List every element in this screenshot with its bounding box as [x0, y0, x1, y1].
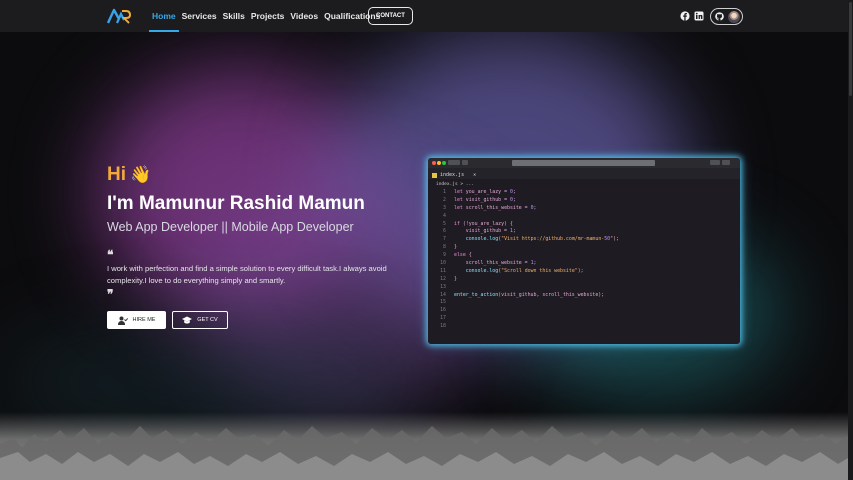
line-number: 11 [440, 267, 446, 274]
editor-layout-control [710, 160, 720, 165]
code-line: 9 else { [436, 252, 732, 260]
nav-links: Home Services Skills Projects Videos Qua… [149, 0, 386, 32]
line-number: 5 [443, 220, 446, 227]
code-line: 15 [436, 299, 732, 307]
quote-close-icon: ❞ [107, 287, 114, 301]
nav-link-videos[interactable]: Videos [290, 0, 318, 32]
code-line: 8} [436, 244, 732, 252]
code-line: 6 visit_github = 1; [436, 228, 732, 236]
mr-logo-icon[interactable] [107, 8, 131, 24]
theme-toggle[interactable] [710, 8, 743, 25]
code-line: 1 let you_are_lazy = 0; [436, 189, 732, 197]
code-text: } [454, 244, 457, 251]
page-scrollbar-thumb[interactable] [849, 2, 852, 96]
code-line: 14 enter_to_action(visit_github, scroll_t… [436, 292, 732, 300]
code-text: } [454, 275, 457, 282]
top-navbar: Home Services Skills Projects Videos Qua… [0, 0, 853, 32]
code-line: 2 let visit_github = 0; [436, 197, 732, 205]
line-number: 6 [443, 228, 446, 235]
nav-link-skills[interactable]: Skills [223, 0, 245, 32]
code-line: 13 [436, 284, 732, 292]
editor-layout-control [722, 160, 730, 165]
editor-titlebar [428, 158, 740, 168]
nav-link-projects[interactable]: Projects [251, 0, 285, 32]
code-text: if (!you_are_lazy) { [454, 220, 513, 227]
code-line: 3 let scroll_this_website = 0; [436, 205, 732, 213]
hero-role: Web App Developer || Mobile App Develope… [107, 220, 354, 234]
editor-nav-control [462, 160, 468, 165]
nav-link-services[interactable]: Services [182, 0, 217, 32]
code-text: scroll_this_website = 1; [454, 260, 537, 267]
line-number: 18 [440, 323, 446, 330]
line-number: 9 [443, 252, 446, 259]
line-number: 8 [443, 244, 446, 251]
graduation-cap-icon [182, 316, 193, 324]
close-icon[interactable]: ✕ [473, 172, 476, 178]
line-number: 1 [443, 189, 446, 195]
code-editor-window: index.js ✕ index.js > ... 1 let you_are_l… [428, 158, 740, 344]
hire-me-button[interactable]: HIRE ME [107, 311, 166, 329]
code-line: 7 console.log("Visit https://github.com/… [436, 236, 732, 244]
code-text: enter_to_action(visit_github, scroll_thi… [454, 291, 605, 298]
code-text: else { [454, 252, 472, 259]
get-cv-label: GET CV [197, 317, 218, 323]
line-number: 16 [440, 307, 446, 314]
line-number: 10 [440, 260, 446, 267]
contact-button[interactable]: CONTACT [368, 7, 413, 25]
line-number: 15 [440, 299, 446, 306]
code-text: console.log("Scroll down this website"); [465, 267, 584, 274]
close-dot-icon [432, 161, 436, 165]
hero-name: I'm Mamunur Rashid Mamun [107, 193, 365, 214]
code-line: 11 console.log("Scroll down this website… [436, 268, 732, 276]
code-line: 4 [436, 213, 732, 221]
editor-tab[interactable]: index.js ✕ [432, 171, 476, 179]
greeting-text: Hi [107, 164, 126, 185]
code-text: let visit_github = 0; [454, 196, 516, 203]
user-check-icon [117, 316, 128, 325]
code-line: 12} [436, 276, 732, 284]
line-number: 4 [443, 212, 446, 219]
js-file-icon [432, 172, 437, 178]
hero-bio: I work with perfection and find a simple… [107, 264, 387, 285]
code-text: console.log("Visit https://github.com/mr… [465, 236, 619, 243]
line-number: 14 [440, 291, 446, 298]
line-number: 13 [440, 283, 446, 290]
line-number: 2 [443, 196, 446, 203]
get-cv-button[interactable]: GET CV [172, 311, 228, 329]
code-lines: 1 let you_are_lazy = 0; 2 let visit_github … [436, 189, 732, 331]
code-line: 18 [436, 323, 732, 331]
line-number: 17 [440, 315, 446, 322]
line-number: 3 [443, 204, 446, 211]
code-text: let scroll_this_website = 0; [454, 204, 537, 211]
code-line: 5 if (!you_are_lazy) { [436, 221, 732, 229]
editor-command-bar [512, 160, 655, 166]
editor-nav-control [448, 160, 460, 165]
nav-link-home[interactable]: Home [149, 0, 179, 32]
avatar [728, 11, 740, 23]
bg-smoke-edge [0, 426, 848, 480]
code-text: visit_github = 1; [454, 228, 516, 235]
quote-open-icon: ❝ [107, 248, 114, 262]
code-line: 10 scroll_this_website = 1; [436, 260, 732, 268]
linkedin-icon[interactable] [694, 11, 704, 21]
editor-tab-label: index.js [440, 172, 465, 178]
code-text: let you_are_lazy = 0; [454, 189, 516, 195]
hire-me-label: HIRE ME [132, 317, 156, 323]
facebook-icon[interactable] [680, 11, 690, 21]
wave-emoji-icon: 👋 [130, 165, 152, 184]
minimize-dot-icon [437, 161, 441, 165]
line-number: 12 [440, 275, 446, 282]
maximize-dot-icon [442, 161, 446, 165]
line-number: 7 [443, 236, 446, 243]
github-icon [715, 12, 724, 21]
editor-breadcrumb: index.js > ... [436, 182, 474, 187]
code-line: 16 [436, 307, 732, 315]
code-line: 17 [436, 315, 732, 323]
